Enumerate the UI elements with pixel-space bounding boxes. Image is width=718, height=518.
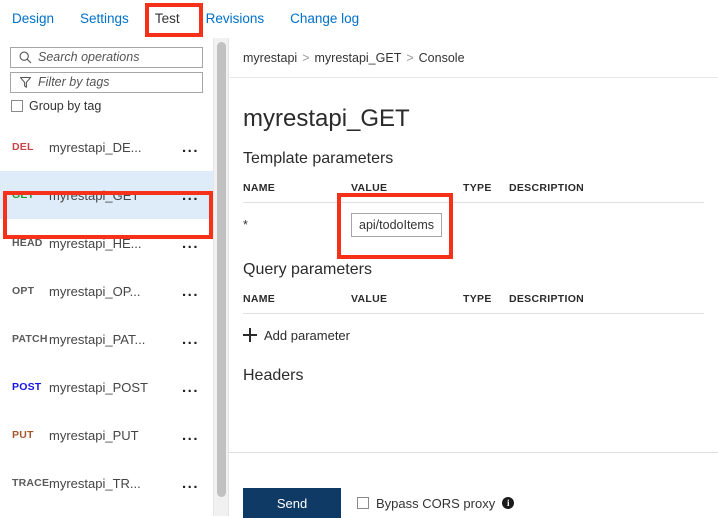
operation-menu-icon-patch[interactable]: ... bbox=[179, 331, 213, 348]
breadcrumb-separator-1: > bbox=[302, 50, 310, 65]
table-row: * api/todoItems bbox=[243, 202, 704, 238]
operation-menu-icon-get[interactable]: ... bbox=[179, 187, 213, 204]
filter-placeholder: Filter by tags bbox=[38, 75, 110, 90]
table-header-row: NAME VALUE TYPE DESCRIPTION bbox=[243, 181, 704, 203]
operation-menu-icon-trace[interactable]: ... bbox=[179, 475, 213, 492]
search-input[interactable]: Search operations bbox=[10, 47, 203, 68]
console-footer: Send Bypass CORS proxy i bbox=[229, 488, 718, 518]
method-badge-del: DEL bbox=[12, 141, 34, 153]
tab-design[interactable]: Design bbox=[12, 0, 54, 38]
breadcrumb-item-api[interactable]: myrestapi bbox=[243, 51, 297, 65]
group-by-tag-label: Group by tag bbox=[29, 99, 102, 113]
method-badge-put: PUT bbox=[12, 429, 34, 441]
page-title: myrestapi_GET bbox=[243, 105, 410, 132]
add-parameter-label: Add parameter bbox=[264, 327, 350, 343]
operation-row-del[interactable]: DEL myrestapi_DE... ... bbox=[0, 123, 213, 171]
api-test-console-window: Design Settings Test Revisions Change lo… bbox=[0, 0, 718, 518]
param-name-cell: * bbox=[243, 218, 248, 233]
column-header-value: VALUE bbox=[351, 181, 463, 203]
template-parameters-heading: Template parameters bbox=[243, 150, 394, 168]
column-header-description: DESCRIPTION bbox=[509, 292, 704, 314]
search-placeholder: Search operations bbox=[38, 50, 140, 65]
operation-menu-icon-opt[interactable]: ... bbox=[179, 283, 213, 300]
console-body: myrestapi_GET Template parameters NAME V… bbox=[229, 105, 718, 384]
table-header-row: NAME VALUE TYPE DESCRIPTION bbox=[243, 292, 704, 314]
bypass-cors-proxy-label: Bypass CORS proxy bbox=[376, 495, 496, 511]
template-parameter-value-input[interactable]: api/todoItems bbox=[351, 212, 443, 238]
operation-menu-icon-del[interactable]: ... bbox=[179, 139, 213, 156]
operation-row-post[interactable]: POST myrestapi_POST ... bbox=[0, 363, 213, 411]
breadcrumb-separator-2: > bbox=[406, 50, 414, 65]
template-parameters-table: NAME VALUE TYPE DESCRIPTION * api/todoIt… bbox=[243, 181, 704, 238]
info-icon[interactable]: i bbox=[502, 497, 515, 509]
column-header-description: DESCRIPTION bbox=[509, 181, 704, 203]
breadcrumb-item-operation[interactable]: myrestapi_GET bbox=[315, 51, 402, 65]
column-header-name: NAME bbox=[243, 292, 351, 314]
sidebar-scrollbar-track[interactable] bbox=[213, 38, 228, 516]
footer-divider bbox=[229, 452, 718, 453]
headers-heading: Headers bbox=[243, 366, 304, 384]
console-main-panel: myrestapi > myrestapi_GET > Console myre… bbox=[229, 38, 718, 516]
tab-settings[interactable]: Settings bbox=[80, 0, 129, 38]
operation-name-del: myrestapi_DE... bbox=[49, 139, 142, 155]
operations-list: DEL myrestapi_DE... ... GET myrestapi_GE… bbox=[0, 123, 213, 516]
operation-row-patch[interactable]: PATCH myrestapi_PAT... ... bbox=[0, 315, 213, 363]
group-by-tag-checkbox[interactable]: Group by tag bbox=[10, 99, 203, 113]
search-icon bbox=[17, 51, 33, 65]
sidebar-scrollbar-thumb[interactable] bbox=[217, 42, 226, 497]
method-badge-post: POST bbox=[12, 381, 42, 393]
param-type-cell bbox=[463, 202, 509, 237]
operation-name-post: myrestapi_POST bbox=[49, 379, 148, 395]
filter-by-tags-input[interactable]: Filter by tags bbox=[10, 72, 203, 93]
operation-name-opt: myrestapi_OP... bbox=[49, 283, 141, 299]
funnel-icon bbox=[17, 76, 33, 90]
operation-row-opt[interactable]: OPT myrestapi_OP... ... bbox=[0, 267, 213, 315]
breadcrumb: myrestapi > myrestapi_GET > Console bbox=[229, 38, 718, 78]
column-header-type: TYPE bbox=[463, 181, 509, 203]
method-badge-patch: PATCH bbox=[12, 333, 48, 345]
tab-change-log[interactable]: Change log bbox=[290, 0, 359, 38]
operation-name-trace: myrestapi_TR... bbox=[49, 475, 141, 491]
checkbox-box bbox=[11, 100, 23, 112]
column-header-type: TYPE bbox=[463, 292, 509, 314]
operation-menu-icon-put[interactable]: ... bbox=[179, 427, 213, 444]
operation-menu-icon-head[interactable]: ... bbox=[179, 235, 213, 252]
operation-row-head[interactable]: HEAD myrestapi_HE... ... bbox=[0, 219, 213, 267]
tab-test[interactable]: Test bbox=[155, 0, 180, 38]
tab-revisions[interactable]: Revisions bbox=[206, 0, 265, 38]
method-badge-get: GET bbox=[12, 189, 35, 201]
operation-menu-icon-post[interactable]: ... bbox=[179, 379, 213, 396]
operation-name-get: myrestapi_GET bbox=[49, 187, 140, 203]
plus-icon bbox=[243, 328, 257, 343]
checkbox-box bbox=[357, 497, 369, 509]
bypass-cors-proxy-checkbox[interactable]: Bypass CORS proxy i bbox=[357, 495, 515, 511]
method-badge-trace: TRACE bbox=[12, 477, 50, 489]
add-parameter-button[interactable]: Add parameter bbox=[243, 328, 353, 343]
method-badge-opt: OPT bbox=[12, 285, 35, 297]
param-value-cell: api/todoItems bbox=[351, 202, 463, 238]
method-badge-head: HEAD bbox=[12, 237, 43, 249]
breadcrumb-item-console: Console bbox=[418, 50, 465, 65]
sidebar-filters: Search operations Filter by tags Group b… bbox=[0, 38, 213, 113]
operation-name-head: myrestapi_HE... bbox=[49, 235, 142, 251]
column-header-value: VALUE bbox=[351, 292, 463, 314]
query-parameters-table: NAME VALUE TYPE DESCRIPTION bbox=[243, 292, 704, 314]
operation-row-get[interactable]: GET myrestapi_GET ... bbox=[0, 171, 213, 219]
column-header-name: NAME bbox=[243, 181, 351, 203]
operation-row-put[interactable]: PUT myrestapi_PUT ... bbox=[0, 411, 213, 459]
query-parameters-heading: Query parameters bbox=[243, 261, 372, 279]
send-button[interactable]: Send bbox=[243, 488, 341, 518]
operation-row-trace[interactable]: TRACE myrestapi_TR... ... bbox=[0, 459, 213, 507]
param-description-cell bbox=[509, 202, 704, 237]
top-tab-bar: Design Settings Test Revisions Change lo… bbox=[0, 0, 718, 39]
operation-name-patch: myrestapi_PAT... bbox=[49, 331, 146, 347]
operations-sidebar: Search operations Filter by tags Group b… bbox=[0, 38, 213, 516]
operation-name-put: myrestapi_PUT bbox=[49, 427, 139, 443]
